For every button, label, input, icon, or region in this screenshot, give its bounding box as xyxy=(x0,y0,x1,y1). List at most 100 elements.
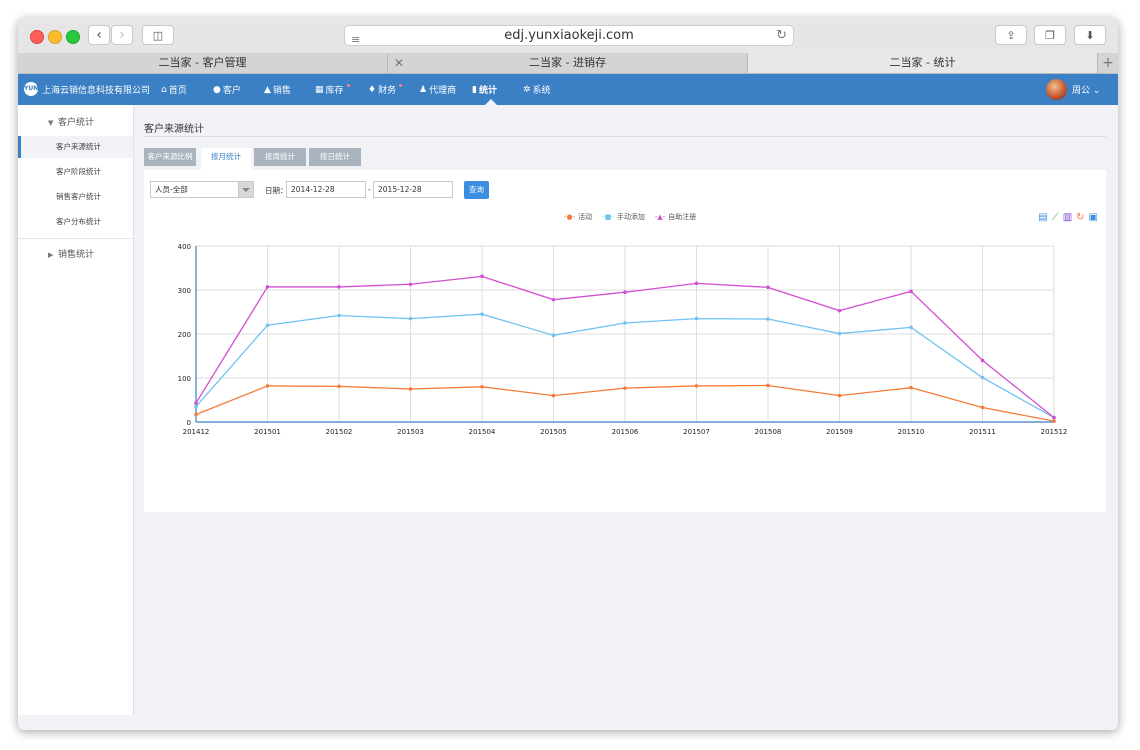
y-tick-label: 300 xyxy=(178,287,191,295)
maximize-window-button[interactable] xyxy=(66,30,80,44)
notification-dot xyxy=(346,84,350,87)
data-point xyxy=(480,385,484,389)
legend-marker: -■- xyxy=(602,213,614,221)
date-from-input[interactable]: 2014-12-28 xyxy=(286,181,366,198)
avatar[interactable] xyxy=(1046,79,1067,100)
caret-down-icon: ▼ xyxy=(48,119,54,127)
sidebar-item-customer-source[interactable]: 客户来源统计 xyxy=(18,136,133,158)
data-point xyxy=(980,375,985,380)
tabs-icon: ❐ xyxy=(1045,28,1055,42)
menu-label: 首页 xyxy=(168,86,187,96)
refresh-icon[interactable]: ↻ xyxy=(1076,212,1084,223)
browser-window: ‹ › ◫ ≡ edj.yunxiaokeji.com ↻ ⇪ ❐ ⬇ 二当家 … xyxy=(18,18,1118,730)
share-button[interactable]: ⇪ xyxy=(995,25,1027,45)
menu-system[interactable]: ✲ 系统 xyxy=(523,83,551,97)
browser-tab-strip: 二当家 - 客户管理 ✕ 二当家 - 进销存 二当家 - 统计 + xyxy=(18,53,1118,74)
data-point xyxy=(837,331,842,336)
sidebar-group-customer-stats[interactable]: ▼ 客户统计 xyxy=(18,113,133,133)
line-chart-icon[interactable]: ⟋ xyxy=(1052,212,1059,223)
menu-label: 销售 xyxy=(272,86,291,96)
menu-home[interactable]: ⌂ 首页 xyxy=(161,83,187,97)
gear-icon: ✲ xyxy=(523,84,531,95)
company-name[interactable]: 上海云销信息科技有限公司 xyxy=(42,83,150,96)
legend-marker: -▲- xyxy=(654,213,666,221)
menu-label: 财务 xyxy=(378,86,397,96)
url-bar[interactable]: ≡ edj.yunxiaokeji.com ↻ xyxy=(344,25,794,46)
data-point xyxy=(480,274,484,279)
data-point xyxy=(194,404,198,409)
legend-item-manual[interactable]: -■- 手动添加 xyxy=(602,212,645,222)
user-icon: ● xyxy=(213,84,221,95)
data-view-icon[interactable]: ▤ xyxy=(1038,212,1047,223)
menu-label: 客户 xyxy=(222,86,241,96)
sidebar-item-customer-stage[interactable]: 客户阶段统计 xyxy=(18,161,133,183)
menu-sales[interactable]: ▲ 销售 xyxy=(264,83,291,97)
data-point xyxy=(623,290,627,294)
browser-tab-inventory[interactable]: ✕ 二当家 - 进销存 xyxy=(388,53,748,73)
date-to-input[interactable]: 2015-12-28 xyxy=(373,181,453,198)
line-chart: 0 100 200 300 400 201412 201501 201502 201503 201… xyxy=(178,243,1068,436)
sidebar-item-sales-customers[interactable]: 销售客户统计 xyxy=(18,186,133,208)
data-point xyxy=(551,333,556,338)
person-select[interactable]: 人员-全部 xyxy=(150,181,254,198)
x-tick-label: 201412 xyxy=(183,428,210,436)
y-tick-label: 400 xyxy=(178,243,191,251)
legend-item-activity[interactable]: -●- 活动 xyxy=(564,212,592,222)
forward-button[interactable]: › xyxy=(111,25,133,45)
downloads-button[interactable]: ⬇ xyxy=(1074,25,1106,45)
tab-source-ratio[interactable]: 客户来源比例 xyxy=(144,148,196,166)
tab-title: 二当家 - 统计 xyxy=(889,56,956,69)
bar-chart-icon[interactable]: ▥ xyxy=(1063,212,1072,223)
close-window-button[interactable] xyxy=(30,30,44,44)
data-point xyxy=(480,312,484,316)
data-point xyxy=(623,321,627,325)
tab-monthly[interactable]: 按月统计 xyxy=(201,148,251,170)
new-tab-button[interactable]: + xyxy=(1098,53,1118,73)
data-point xyxy=(1052,415,1056,420)
menu-agents[interactable]: ♟ 代理商 xyxy=(419,83,456,97)
browser-tab-stats[interactable]: 二当家 - 统计 xyxy=(748,53,1098,73)
chevron-down-icon[interactable] xyxy=(238,182,253,197)
menu-customers[interactable]: ● 客户 xyxy=(213,83,241,97)
caret-right-icon: ▶ xyxy=(48,251,54,259)
data-point xyxy=(337,313,341,318)
date-label: 日期： xyxy=(265,186,288,195)
warehouse-icon: ▦ xyxy=(315,84,324,95)
money-icon: ♦ xyxy=(368,84,377,95)
url-text: edj.yunxiaokeji.com xyxy=(504,28,634,43)
browser-titlebar: ‹ › ◫ ≡ edj.yunxiaokeji.com ↻ ⇪ ❐ ⬇ xyxy=(18,18,1118,54)
data-point xyxy=(194,401,198,405)
menu-statistics[interactable]: ▮ 统计 xyxy=(472,83,497,97)
app-navbar: YUN 上海云销信息科技有限公司 ⌂ 首页 ● 客户 ▲ 销售 ▦ 库存 ♦ 财务 ♟ 代理… xyxy=(18,74,1118,105)
home-icon: ⌂ xyxy=(161,84,167,95)
tabs-overview-button[interactable]: ❐ xyxy=(1034,25,1066,45)
data-point xyxy=(766,383,770,388)
sidebar-group-sales-stats[interactable]: ▶ 销售统计 xyxy=(18,245,133,265)
menu-finance[interactable]: ♦ 财务 xyxy=(368,83,403,96)
sidebar-item-customer-distribution[interactable]: 客户分布统计 xyxy=(18,211,133,233)
tab-weekly[interactable]: 按周统计 xyxy=(254,148,306,166)
save-icon[interactable]: ▣ xyxy=(1089,212,1098,223)
reload-icon[interactable]: ↻ xyxy=(776,26,787,45)
legend-marker: -●- xyxy=(564,213,576,221)
stats-icon: ▮ xyxy=(472,84,477,95)
sidebar-toggle-button[interactable]: ◫ xyxy=(142,25,174,45)
user-menu[interactable]: 周公 ⌄ xyxy=(1072,83,1100,96)
back-button[interactable]: ‹ xyxy=(88,25,110,45)
minimize-window-button[interactable] xyxy=(48,30,62,44)
data-point xyxy=(980,358,985,363)
x-tick-label: 201506 xyxy=(612,428,639,436)
sidebar-divider xyxy=(18,238,133,239)
data-point xyxy=(694,316,699,321)
tab-daily[interactable]: 按日统计 xyxy=(309,148,361,166)
reader-icon[interactable]: ≡ xyxy=(351,30,360,49)
legend-label: 活动 xyxy=(578,213,593,221)
sidebar-group-label: 客户统计 xyxy=(58,118,95,128)
legend-item-self-register[interactable]: -▲- 自助注册 xyxy=(655,212,696,222)
query-button[interactable]: 查询 xyxy=(464,181,489,199)
x-tick-label: 201511 xyxy=(969,428,996,436)
x-tick-label: 201501 xyxy=(254,428,281,436)
close-tab-icon[interactable]: ✕ xyxy=(394,53,404,73)
menu-inventory[interactable]: ▦ 库存 xyxy=(315,83,350,96)
browser-tab-customers[interactable]: 二当家 - 客户管理 xyxy=(18,53,388,73)
